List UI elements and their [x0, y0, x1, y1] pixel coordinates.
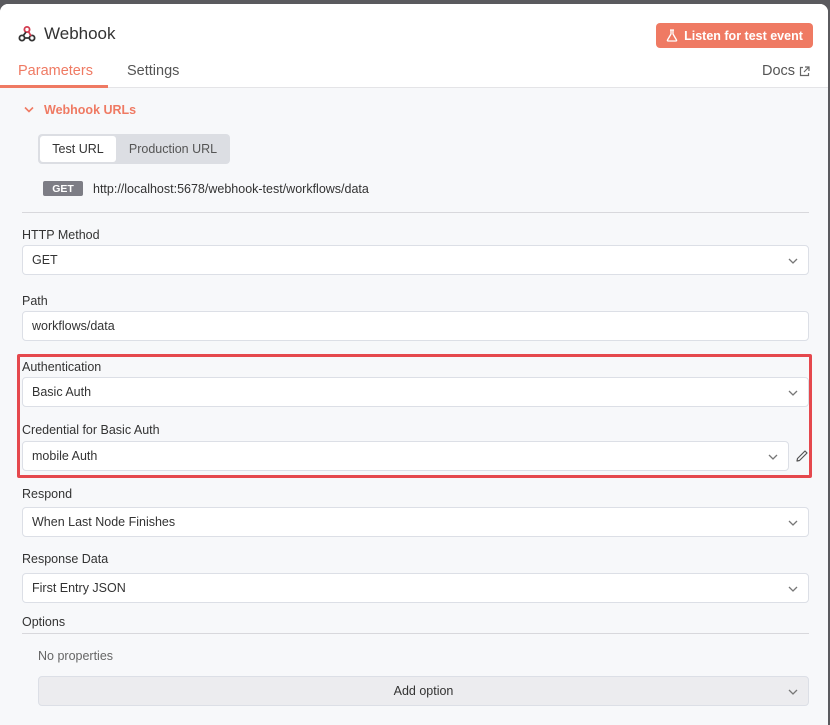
add-option-button[interactable]: Add option [38, 676, 809, 706]
test-url-tab[interactable]: Test URL [40, 136, 116, 162]
title-wrap: Webhook [18, 24, 116, 44]
response-data-value: First Entry JSON [32, 581, 126, 595]
respond-select[interactable]: When Last Node Finishes [22, 507, 809, 537]
external-link-icon [799, 65, 810, 76]
webhook-url[interactable]: http://localhost:5678/webhook-test/workf… [93, 182, 369, 196]
docs-label: Docs [762, 63, 796, 79]
chevron-down-icon [768, 454, 778, 460]
options-label: Options [22, 615, 66, 629]
http-method-select[interactable]: GET [22, 245, 809, 275]
panel-header: Webhook Listen for test event Parameters… [0, 4, 828, 88]
chevron-down-icon [788, 390, 798, 396]
chevron-down-icon [788, 689, 798, 695]
credential-select[interactable]: mobile Auth [22, 441, 789, 471]
production-url-label: Production URL [128, 142, 218, 156]
edit-credential-icon[interactable] [794, 448, 810, 464]
tab-parameters-label: Parameters [18, 63, 93, 79]
tab-settings[interactable]: Settings [127, 63, 179, 79]
options-divider [22, 633, 809, 634]
chevron-down-icon [788, 586, 798, 592]
panel-tabs: Parameters Settings Docs [0, 61, 828, 89]
listen-button-label: Listen for test event [684, 28, 803, 43]
response-data-label: Response Data [22, 552, 109, 566]
chevron-down-icon [24, 106, 34, 113]
no-properties-text: No properties [38, 649, 114, 663]
chevron-down-icon [788, 520, 798, 526]
http-method-value: GET [32, 253, 58, 267]
tab-parameters[interactable]: Parameters [18, 63, 93, 79]
docs-link[interactable]: Docs [762, 63, 810, 79]
respond-label: Respond [22, 487, 73, 501]
response-data-select[interactable]: First Entry JSON [22, 573, 809, 603]
node-title: Webhook [44, 24, 116, 43]
authentication-select[interactable]: Basic Auth [22, 377, 809, 407]
http-method-label: HTTP Method [22, 228, 100, 242]
active-tab-indicator [0, 85, 108, 88]
credential-label: Credential for Basic Auth [22, 423, 160, 437]
method-badge: GET [43, 181, 83, 196]
test-url-label: Test URL [52, 142, 104, 156]
webhook-urls-toggle[interactable]: Webhook URLs [24, 103, 136, 117]
url-type-switch: Test URL Production URL [38, 134, 230, 164]
webhook-icon [18, 26, 36, 42]
listen-for-test-event-button[interactable]: Listen for test event [656, 23, 813, 48]
webhook-urls-title: Webhook URLs [44, 103, 137, 117]
respond-value: When Last Node Finishes [32, 515, 176, 529]
tab-settings-label: Settings [127, 63, 180, 79]
path-value: workflows/data [32, 319, 115, 333]
path-input[interactable]: workflows/data [22, 311, 809, 341]
section-divider [22, 212, 809, 213]
credential-value: mobile Auth [32, 449, 98, 463]
authentication-label: Authentication [22, 360, 102, 374]
flask-icon [666, 29, 678, 42]
add-option-label: Add option [393, 684, 454, 698]
path-label: Path [22, 294, 48, 308]
chevron-down-icon [788, 258, 798, 264]
authentication-value: Basic Auth [32, 385, 92, 399]
node-panel: Webhook Listen for test event Parameters… [0, 4, 828, 725]
production-url-tab[interactable]: Production URL [118, 136, 228, 162]
